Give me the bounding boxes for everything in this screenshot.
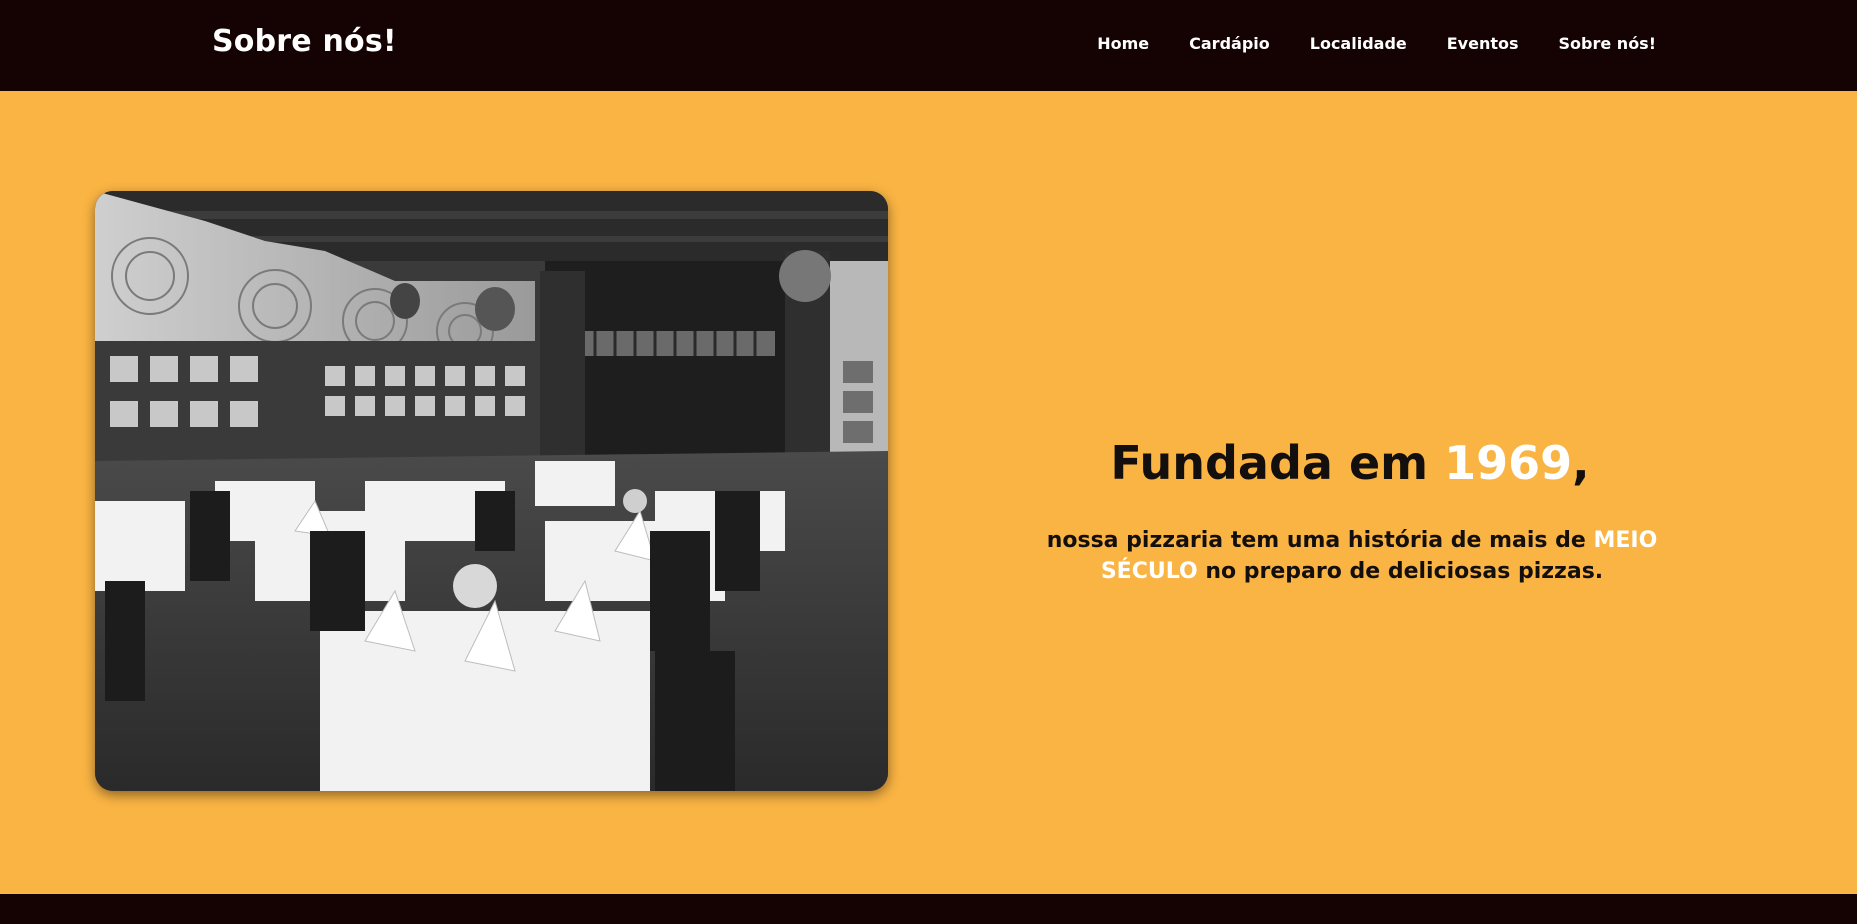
- nav-link-sobre-nos[interactable]: Sobre nós!: [1559, 34, 1656, 53]
- about-section: Fundada em 1969, nossa pizzaria tem uma …: [0, 91, 1857, 894]
- history-text-start: nossa pizzaria tem uma história de mais …: [1046, 528, 1594, 553]
- restaurant-photo: [95, 191, 888, 791]
- history-text: nossa pizzaria tem uma história de mais …: [1002, 525, 1702, 587]
- site-footer: [0, 894, 1857, 924]
- vintage-dining-room-image: [95, 191, 888, 791]
- nav-link-home[interactable]: Home: [1097, 34, 1149, 53]
- page-title: Sobre nós!: [212, 24, 397, 59]
- founded-year: 1969: [1444, 436, 1573, 490]
- nav-link-cardapio[interactable]: Cardápio: [1189, 34, 1270, 53]
- nav-link-eventos[interactable]: Eventos: [1447, 34, 1519, 53]
- nav-link-localidade[interactable]: Localidade: [1310, 34, 1407, 53]
- headline-prefix: Fundada em: [1110, 436, 1445, 490]
- site-header: Sobre nós! Home Cardápio Localidade Even…: [0, 0, 1857, 91]
- founded-headline: Fundada em 1969,: [1020, 436, 1680, 490]
- main-nav: Home Cardápio Localidade Eventos Sobre n…: [1097, 34, 1656, 53]
- headline-suffix: ,: [1572, 436, 1590, 490]
- history-text-end: no preparo de deliciosas pizzas.: [1197, 559, 1604, 584]
